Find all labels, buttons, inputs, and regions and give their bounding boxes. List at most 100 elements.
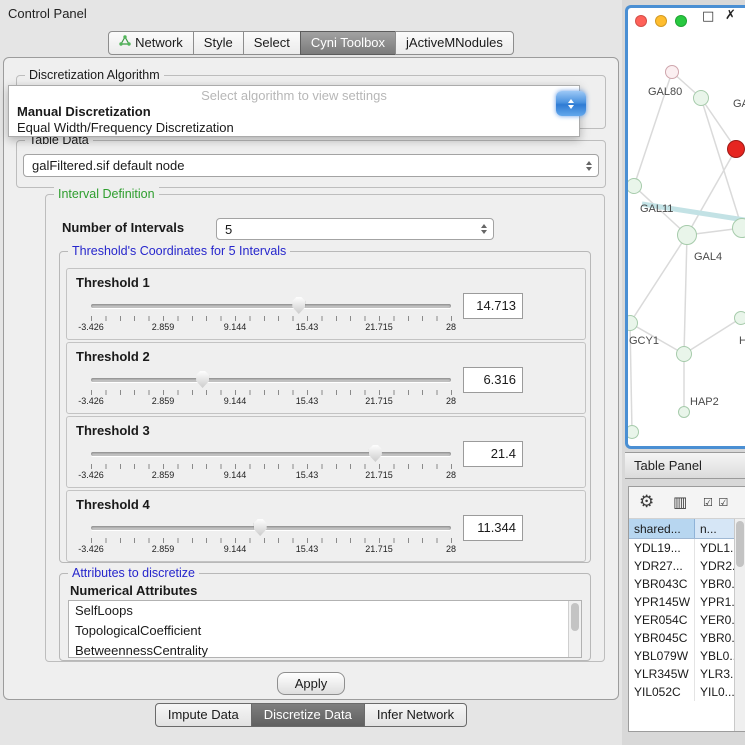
column-header-name[interactable]: n... <box>695 519 734 538</box>
table-row[interactable]: YLR345WYLR3... <box>629 665 734 683</box>
tick-label: 28 <box>446 396 456 406</box>
tab-jactivemnodules[interactable]: jActiveMNodules <box>395 31 514 55</box>
list-scrollbar[interactable] <box>568 601 581 657</box>
table-row[interactable]: YBL079WYBL0... <box>629 647 734 665</box>
table-row[interactable]: YDL19...YDL1... <box>629 539 734 557</box>
threshold-slider[interactable]: -3.4262.8599.14415.4321.71528 <box>91 369 452 411</box>
threshold-slider[interactable]: -3.4262.8599.14415.4321.71528 <box>91 517 452 559</box>
threshold-value-field[interactable]: 14.713 <box>463 293 523 319</box>
algorithm-dropdown-popup: Select algorithm to view settings Manual… <box>8 85 580 137</box>
columns-icon[interactable]: ▥ <box>673 493 687 511</box>
combobox-value: galFiltered.sif default node <box>32 158 184 173</box>
popup-option-equal-width[interactable]: Equal Width/Frequency Discretization <box>17 120 234 135</box>
tab-network[interactable]: Network <box>108 31 194 55</box>
network-edge[interactable] <box>630 235 687 323</box>
slider-thumb[interactable] <box>292 297 305 314</box>
network-node[interactable] <box>678 406 690 418</box>
network-edge[interactable] <box>701 98 742 228</box>
network-edge[interactable] <box>684 235 687 354</box>
slider-track[interactable] <box>91 526 451 530</box>
threshold-panel: Threshold 3 21.4 -3.4262.8599.14415.4321… <box>66 416 586 488</box>
attribute-item[interactable]: BetweennessCentrality <box>69 641 581 658</box>
slider-track[interactable] <box>91 378 451 382</box>
table-cell: YPR1... <box>695 593 734 611</box>
tick-label: 21.715 <box>365 396 393 406</box>
node-label: H <box>739 335 745 347</box>
scrollbar-thumb[interactable] <box>736 521 744 567</box>
group-title: Interval Definition <box>54 187 159 201</box>
tick-label: 9.144 <box>224 396 247 406</box>
table-data-combobox[interactable]: galFiltered.sif default node <box>23 154 599 177</box>
network-view-window: GAL80GAL8GAL11GAL4GCY1HHAP2 □ ✗ <box>625 5 745 449</box>
tick-label: 15.43 <box>296 396 319 406</box>
network-node[interactable] <box>665 65 679 79</box>
network-canvas[interactable]: GAL80GAL8GAL11GAL4GCY1HHAP2 <box>628 8 745 446</box>
tab-infer-network[interactable]: Infer Network <box>364 703 467 727</box>
zoom-light[interactable] <box>675 15 687 27</box>
network-node[interactable] <box>677 225 697 245</box>
slider-tick-labels: -3.4262.8599.14415.4321.71528 <box>91 396 452 408</box>
network-node[interactable] <box>676 346 692 362</box>
node-label: GAL8 <box>733 98 745 110</box>
table-row[interactable]: YPR145WYPR1... <box>629 593 734 611</box>
table-row[interactable]: YER054CYER0... <box>629 611 734 629</box>
table-row[interactable]: YDR27...YDR2... <box>629 557 734 575</box>
network-edge[interactable] <box>684 318 741 354</box>
slider-thumb[interactable] <box>254 519 267 536</box>
gear-icon[interactable]: ⚙ <box>639 492 654 512</box>
interval-definition-group: Interval Definition Number of Intervals … <box>45 194 605 662</box>
algorithm-combo-stepper[interactable] <box>556 91 586 116</box>
tick-label: 2.859 <box>152 396 175 406</box>
tick-label: -3.426 <box>78 396 104 406</box>
table-cell: YDL1... <box>695 539 734 557</box>
close-light[interactable] <box>635 15 647 27</box>
slider-track[interactable] <box>91 304 451 308</box>
table-cell: YIL052C <box>629 683 695 701</box>
network-node[interactable] <box>732 218 745 238</box>
table-row[interactable]: YBR045CYBR0... <box>629 629 734 647</box>
column-header-shared-name[interactable]: shared... <box>629 519 695 538</box>
table-row[interactable]: YBR043CYBR0... <box>629 575 734 593</box>
attribute-item[interactable]: SelfLoops <box>69 601 581 621</box>
tick-label: 15.43 <box>296 470 319 480</box>
network-node[interactable] <box>693 90 709 106</box>
popup-option-manual[interactable]: Manual Discretization <box>17 104 151 119</box>
cyni-toolbox-panel: Discretization Algorithm Select algorith… <box>3 57 619 700</box>
attribute-item[interactable]: TopologicalCoefficient <box>69 621 581 641</box>
table-row[interactable]: YIL052CYIL0... <box>629 683 734 701</box>
popup-hint: Select algorithm to view settings <box>9 88 579 103</box>
threshold-slider[interactable]: -3.4262.8599.14415.4321.71528 <box>91 295 452 337</box>
checkboxes-icon[interactable]: ☑ ☑ <box>703 496 729 509</box>
threshold-slider[interactable]: -3.4262.8599.14415.4321.71528 <box>91 443 452 485</box>
close-button[interactable]: ✗ <box>725 8 736 23</box>
tab-discretize-data[interactable]: Discretize Data <box>251 703 365 727</box>
apply-button[interactable]: Apply <box>277 672 345 695</box>
numerical-attributes-list[interactable]: SelfLoopsTopologicalCoefficientBetweenne… <box>68 600 582 658</box>
table-panel-window: ⚙ ▥ ☑ ☑ shared... n... YDL19...YDL1...YD… <box>628 486 745 732</box>
tab-cyni-toolbox[interactable]: Cyni Toolbox <box>300 31 396 55</box>
tab-style[interactable]: Style <box>193 31 244 55</box>
table-cell: YBL079W <box>629 647 695 665</box>
network-node[interactable] <box>734 311 745 325</box>
table-scrollbar[interactable] <box>734 519 745 731</box>
threshold-value-field[interactable]: 21.4 <box>463 441 523 467</box>
slider-thumb[interactable] <box>196 371 209 388</box>
slider-track[interactable] <box>91 452 451 456</box>
number-of-intervals-combobox[interactable]: 5 <box>216 218 494 240</box>
scrollbar-thumb[interactable] <box>571 603 579 631</box>
slider-thumb[interactable] <box>369 445 382 462</box>
tab-impute-data[interactable]: Impute Data <box>155 703 252 727</box>
table-cell: YLR345W <box>629 665 695 683</box>
table-cell: YBR045C <box>629 629 695 647</box>
panel-title: Control Panel <box>8 6 87 21</box>
network-node[interactable] <box>727 140 745 158</box>
table-panel-header: Table Panel <box>625 452 745 479</box>
threshold-value-field[interactable]: 11.344 <box>463 515 523 541</box>
tick-label: 21.715 <box>365 544 393 554</box>
threshold-panel: Threshold 1 14.713 -3.4262.8599.14415.43… <box>66 268 586 340</box>
float-button[interactable]: □ <box>702 9 714 24</box>
tab-select[interactable]: Select <box>243 31 301 55</box>
minimize-light[interactable] <box>655 15 667 27</box>
network-edge[interactable] <box>687 149 736 235</box>
threshold-value-field[interactable]: 6.316 <box>463 367 523 393</box>
